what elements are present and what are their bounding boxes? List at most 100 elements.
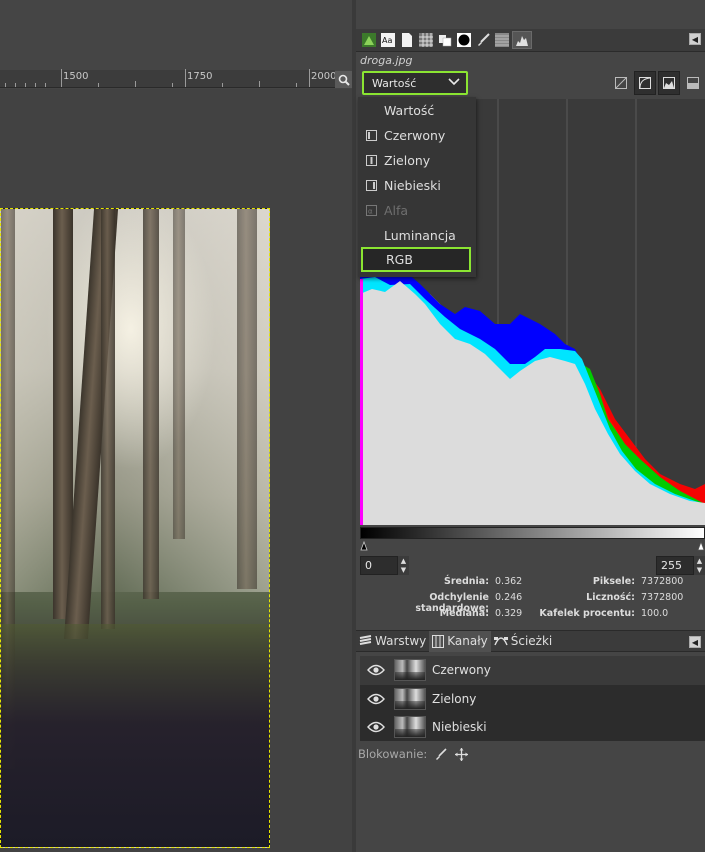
channel-name: Niebieski <box>432 720 487 734</box>
triangle-left-icon: ◀ <box>691 637 699 647</box>
menu-item-label: Czerwony <box>384 128 446 143</box>
channel-thumbnail <box>394 716 426 738</box>
tab-layers[interactable]: Warstwy <box>356 631 429 652</box>
tree-trunk <box>143 209 159 599</box>
menu-item-label: Alfa <box>384 203 409 218</box>
menu-item-label: Zielony <box>384 153 431 168</box>
pattern-icon[interactable] <box>417 31 434 49</box>
gimp-window: 1500 1750 2000 Aa ◀ droga.jpg Wartość 0 … <box>0 0 705 852</box>
gradient-icon[interactable] <box>493 31 510 49</box>
channel-select[interactable]: Wartość <box>362 71 468 95</box>
spin-down-icon[interactable]: ▼ <box>697 566 702 574</box>
logarithmic-histogram-icon[interactable] <box>634 71 656 95</box>
menu-item-label: RGB <box>386 252 413 267</box>
menu-item-green[interactable]: Zielony <box>358 148 476 173</box>
ruler-label-1750: 1750 <box>187 71 213 82</box>
count-value: 7372800 <box>641 592 684 603</box>
lower-dock-tab-strip: Warstwy Kanały Ścieżki <box>356 630 705 652</box>
eye-icon[interactable] <box>366 664 386 676</box>
blue-channel-icon <box>365 180 377 192</box>
percentile-value: 100.0 <box>641 608 669 619</box>
menu-item-label: Niebieski <box>384 178 441 193</box>
horizontal-ruler[interactable]: 1500 1750 2000 <box>0 69 337 88</box>
channel-thumbnail <box>394 688 426 710</box>
range-max-stepper[interactable]: ▲ ▼ <box>694 556 705 575</box>
lock-label: Blokowanie: <box>358 747 428 761</box>
range-min-value: 0 <box>365 559 372 572</box>
range-min-stepper[interactable]: ▲ ▼ <box>398 556 409 575</box>
pixels-value: 7372800 <box>641 576 684 587</box>
canvas-area: 1500 1750 2000 <box>0 0 352 852</box>
count-label: Liczność: <box>586 592 635 603</box>
channel-name: Zielony <box>432 692 477 706</box>
ruler-label-1500: 1500 <box>63 71 89 82</box>
channel-name: Czerwony <box>432 663 491 677</box>
zoom-to-fit-button[interactable] <box>335 71 352 88</box>
histogram-icon[interactable] <box>512 31 532 49</box>
tree-trunk <box>237 209 257 589</box>
paintbrush-icon[interactable] <box>474 31 491 49</box>
menu-item-luminance[interactable]: Luminancja <box>358 223 476 248</box>
median-value: 0.329 <box>495 608 523 619</box>
tab-paths[interactable]: Ścieżki <box>491 631 556 652</box>
std-dev-label: Odchylenie standardowe: <box>415 592 489 614</box>
alpha-channel-icon: α <box>365 205 377 217</box>
tab-layers-label: Warstwy <box>375 634 427 648</box>
range-min-handle <box>360 540 368 551</box>
range-min-input[interactable]: 0 <box>360 556 398 575</box>
magnifier-icon <box>338 74 350 86</box>
channel-select-value: Wartość <box>372 76 417 90</box>
lock-position-icon[interactable] <box>455 747 469 761</box>
dock-tab-strip: Aa <box>356 29 705 52</box>
channels-icon <box>432 634 445 648</box>
forest-road-image[interactable] <box>0 208 270 848</box>
spin-up-icon[interactable]: ▲ <box>401 557 406 565</box>
linear-histogram-icon[interactable] <box>610 71 632 95</box>
spin-down-icon[interactable]: ▼ <box>401 566 406 574</box>
lock-row: Blokowanie: <box>358 744 469 764</box>
histogram-log-mode-icon[interactable] <box>682 71 704 95</box>
std-dev-value: 0.246 <box>495 592 523 603</box>
dock-tab-menu-button[interactable]: ◀ <box>689 33 701 45</box>
font-icon[interactable]: Aa <box>379 31 396 49</box>
channel-row-blue[interactable]: Niebieski <box>360 713 705 741</box>
median-label: Mediana: <box>439 608 489 619</box>
layers-icon <box>359 635 372 647</box>
spin-up-icon[interactable]: ▲ <box>697 557 702 565</box>
channel-row-red[interactable]: Czerwony <box>360 656 705 684</box>
channel-row-green[interactable]: Zielony <box>360 685 705 713</box>
histogram-magenta-edge <box>360 279 363 525</box>
pixels-label: Piksele: <box>592 576 635 587</box>
dock-top-padding <box>356 0 705 29</box>
svg-text:Aa: Aa <box>382 36 392 45</box>
channel-thumbnail <box>394 659 426 681</box>
value-gradient-bar <box>360 527 705 539</box>
triangle-left-icon: ◀ <box>691 34 699 44</box>
percentile-label: Kafelek procentu: <box>539 608 635 619</box>
mean-value: 0.362 <box>495 576 523 587</box>
eye-icon[interactable] <box>366 693 386 705</box>
eye-icon[interactable] <box>366 721 386 733</box>
lower-dock-menu-button[interactable]: ◀ <box>689 636 701 648</box>
chevron-down-icon <box>448 76 460 90</box>
clipboard-icon[interactable] <box>436 31 453 49</box>
ruler-label-2000: 2000 <box>311 71 337 82</box>
histogram-value-area <box>360 281 705 525</box>
tab-channels[interactable]: Kanały <box>429 630 491 652</box>
menu-item-value[interactable]: Wartość <box>358 98 476 123</box>
circle-brush-icon[interactable] <box>455 31 472 49</box>
image-ground-layer <box>1 623 269 847</box>
range-max-input[interactable]: 255 <box>656 556 694 575</box>
image-name-label: droga.jpg <box>360 54 413 67</box>
image-mist-layer <box>1 209 269 592</box>
menu-item-rgb[interactable]: RGB <box>361 247 471 272</box>
lock-pixels-icon[interactable] <box>435 748 447 760</box>
document-icon[interactable] <box>398 31 415 49</box>
menu-item-blue[interactable]: Niebieski <box>358 173 476 198</box>
range-max-value: 255 <box>661 559 682 572</box>
range-handles[interactable] <box>360 540 705 551</box>
histogram-linear-mode-icon[interactable] <box>658 71 680 95</box>
gimp-logo-icon[interactable] <box>360 31 377 49</box>
menu-item-red[interactable]: Czerwony <box>358 123 476 148</box>
red-channel-icon <box>365 130 377 142</box>
